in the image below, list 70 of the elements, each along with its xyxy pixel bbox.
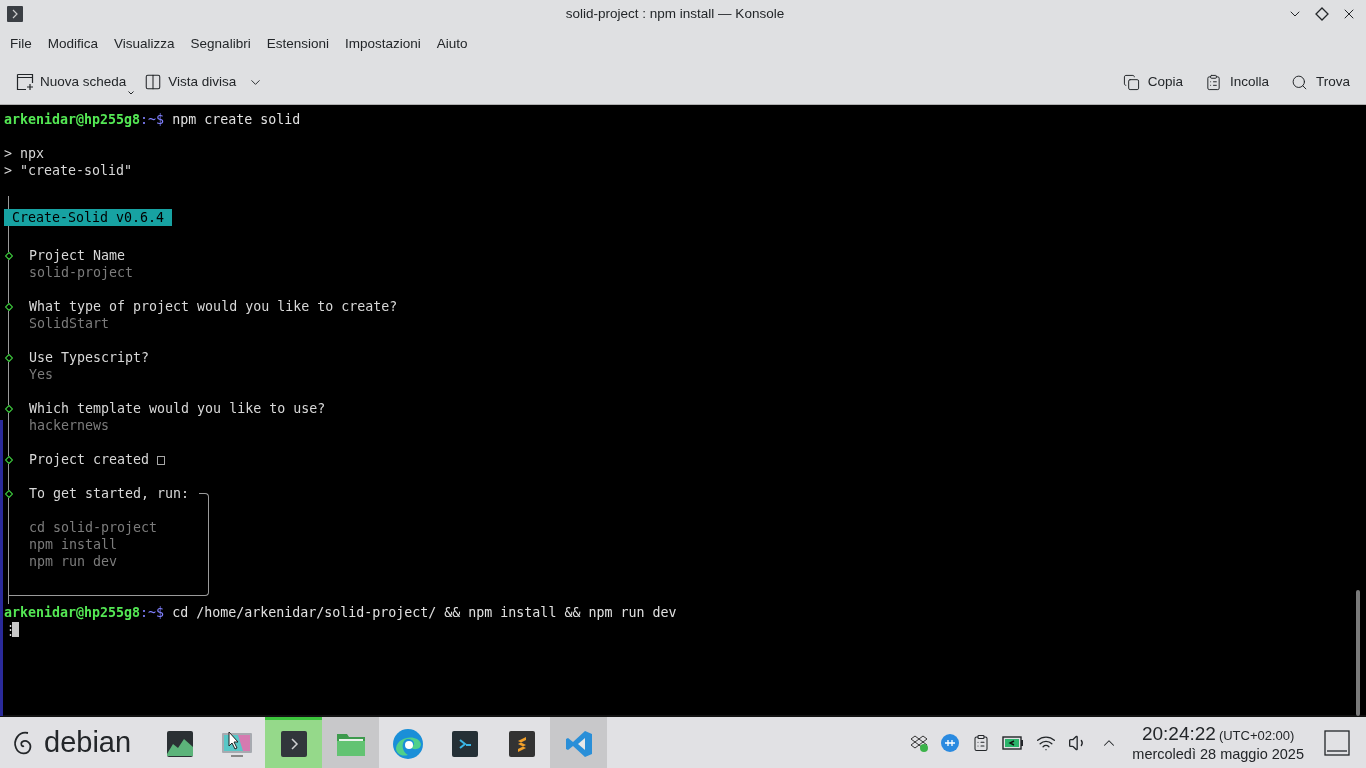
menu-item[interactable]: Impostazioni: [336, 29, 429, 59]
command-text: npm create solid: [172, 111, 301, 128]
command-hint: npm run dev: [29, 554, 118, 569]
clock-time: 20:24:22: [1141, 721, 1216, 746]
menu-item[interactable]: File: [2, 29, 40, 59]
window-title: solid-project : npm install — Konsole: [564, 4, 786, 23]
diamond-icon: [5, 490, 13, 498]
scrollbar-thumb[interactable]: [1356, 590, 1360, 716]
command-hint: npm install: [29, 537, 118, 552]
cursor-prefix: ⋮: [4, 621, 12, 638]
diamond-icon: [5, 456, 13, 464]
battery-icon[interactable]: [1002, 735, 1025, 750]
task-button[interactable]: [265, 717, 323, 768]
menu-item[interactable]: Visualizza: [106, 29, 183, 59]
application-launcher[interactable]: debian: [0, 717, 144, 768]
caret-icon: [128, 91, 135, 96]
search-icon: [1291, 73, 1308, 91]
step-title: Project created □: [29, 452, 166, 467]
diamond-icon: [5, 303, 13, 311]
new-tab-button[interactable]: Nuova scheda: [10, 65, 133, 99]
menu-item[interactable]: Aiuto: [428, 29, 476, 59]
step-answer: SolidStart: [29, 316, 110, 331]
mountain-chart-icon: [165, 730, 194, 758]
prompt-user: arkenidar@hp255g8: [4, 604, 141, 621]
maximize-button[interactable]: [1315, 7, 1329, 21]
menu-item[interactable]: Segnalibri: [182, 29, 259, 59]
prompt-path: :~$: [140, 604, 165, 621]
split-view-icon: [144, 73, 163, 91]
terminal-app-icon: [450, 730, 479, 758]
output-text: > npx: [4, 146, 45, 161]
paste-button[interactable]: Incolla: [1198, 65, 1275, 99]
prompt-path: :~$: [140, 111, 165, 128]
clock-date: mercoledì 28 maggio 2025: [1132, 745, 1304, 764]
diamond-icon: [5, 405, 13, 413]
screen-capture-icon: [220, 730, 253, 758]
terminal-app-icon: [7, 6, 23, 22]
terminal-icon: [279, 730, 308, 758]
text-editor-icon: [507, 730, 536, 758]
step-answer: solid-project: [29, 265, 134, 280]
code-editor-icon: [563, 729, 594, 759]
diamond-icon: [5, 252, 13, 260]
find-button[interactable]: Trova: [1285, 65, 1356, 99]
browser-icon: [391, 728, 424, 760]
step-answer: hackernews: [29, 418, 110, 433]
step-answer: Yes: [29, 367, 54, 382]
step-title: Project Name: [29, 248, 126, 263]
title-badge: Create-Solid v0.6.4: [4, 208, 173, 226]
text-cursor: [12, 622, 19, 637]
clipboard-icon[interactable]: [972, 733, 991, 752]
step-title: Which template would you like to use?: [29, 401, 326, 416]
show-desktop-button[interactable]: [1324, 729, 1350, 756]
copy-icon: [1122, 73, 1140, 91]
output-text: > "create-solid": [4, 163, 133, 178]
new-tab-icon: [16, 73, 34, 91]
sync-app-icon: [940, 732, 961, 753]
split-view-button[interactable]: Vista divisa: [138, 65, 270, 99]
dropbox-icon: [910, 733, 929, 752]
step-title: To get started, run:: [29, 485, 190, 502]
clock-timezone: (UTC+02:00): [1218, 727, 1295, 744]
command-hint: cd solid-project: [29, 520, 158, 535]
prompt-user: arkenidar@hp255g8: [4, 111, 141, 128]
step-title: What type of project would you like to create?: [29, 299, 398, 314]
copy-button[interactable]: Copia: [1116, 65, 1189, 99]
diamond-icon: [5, 354, 13, 362]
menu-item[interactable]: Modifica: [39, 29, 107, 59]
clock[interactable]: 20:24:22(UTC+02:00) mercoledì 28 maggio 2025: [1132, 721, 1304, 764]
clipboard-icon: [1204, 73, 1222, 91]
menu-item[interactable]: Estensioni: [258, 29, 337, 59]
step-title: Use Typescript?: [29, 350, 150, 365]
command-text: cd /home/arkenidar/solid-project/ && npm install && npm run dev: [172, 604, 677, 621]
